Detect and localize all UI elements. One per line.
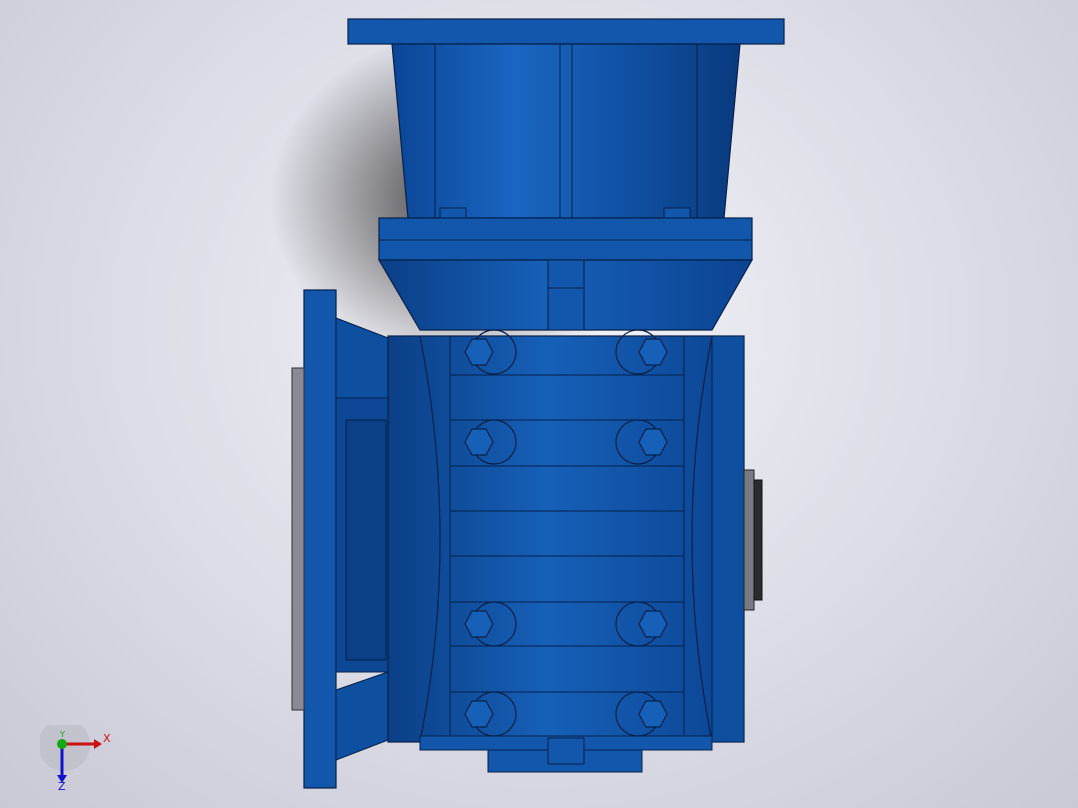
3d-viewport[interactable]: X Y Z [0, 0, 1078, 808]
output-flange-left[interactable] [303, 289, 337, 789]
gear-housing[interactable] [387, 335, 745, 743]
gearbox-model[interactable] [0, 0, 1078, 808]
right-cover[interactable] [711, 335, 745, 743]
motor-top-flange[interactable] [347, 18, 785, 45]
triad-z-label: Z [58, 780, 66, 793]
orientation-triad[interactable]: X Y Z [38, 719, 120, 795]
output-shaft-seal [291, 367, 305, 711]
right-shaft-seal [743, 469, 755, 611]
triad-y-label: Y [60, 730, 65, 739]
middle-flange[interactable] [378, 217, 753, 261]
triad-x-label: X [103, 732, 111, 745]
motor-adapter[interactable] [391, 43, 741, 219]
